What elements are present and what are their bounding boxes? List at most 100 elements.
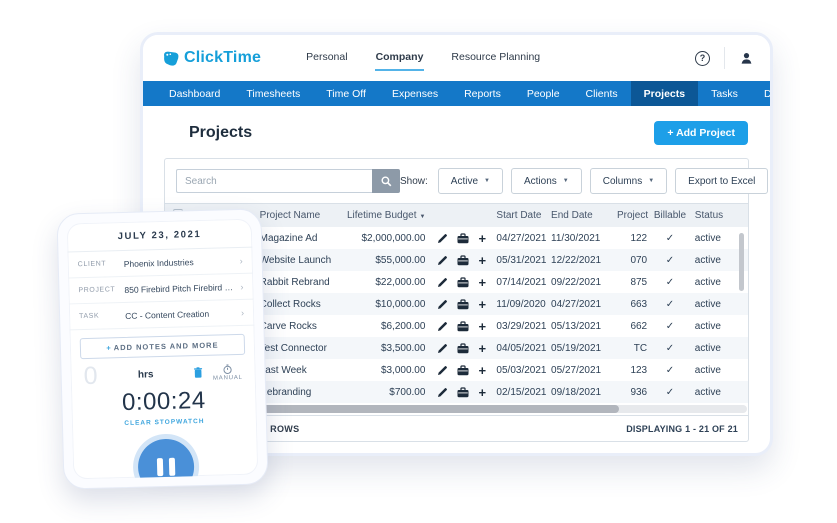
col-header-project-number[interactable]: Project #	[617, 210, 651, 221]
nav-item-expenses[interactable]: Expenses	[379, 81, 451, 106]
search-input[interactable]	[176, 169, 372, 193]
top-nav-item-company[interactable]: Company	[374, 45, 425, 71]
project-name-cell[interactable]: Collect Rocks	[260, 299, 343, 310]
manual-mode-toggle[interactable]: MANUAL	[213, 364, 243, 382]
add-row-icon[interactable]: +	[478, 276, 486, 289]
search-icon	[381, 176, 392, 187]
nav-item-dashboard[interactable]: Dashboard	[156, 81, 233, 106]
edit-pencil-icon[interactable]	[437, 343, 448, 354]
edit-pencil-icon[interactable]	[437, 321, 448, 332]
columns-dropdown[interactable]: Columns ▼	[589, 168, 668, 194]
clicktime-logo-icon	[161, 50, 180, 67]
actions-dropdown[interactable]: Actions ▼	[510, 168, 582, 194]
add-project-button[interactable]: + Add Project	[654, 121, 748, 145]
export-to-excel-button[interactable]: Export to Excel	[675, 168, 769, 194]
start-date-cell: 05/31/2021	[496, 254, 547, 266]
show-label: Show:	[400, 175, 428, 187]
briefcase-icon[interactable]	[457, 342, 469, 354]
col-header-project-name[interactable]: Project Name	[260, 210, 343, 221]
top-nav-item-resource-planning[interactable]: Resource Planning	[450, 45, 541, 71]
add-row-icon[interactable]: +	[478, 386, 486, 399]
project-name-cell[interactable]: Last Week	[260, 365, 343, 376]
clicktime-logo[interactable]: ClickTime	[161, 49, 261, 67]
actions-label: Actions	[523, 175, 557, 187]
topbar-right: ?	[695, 47, 754, 69]
status-cell: active	[694, 298, 721, 310]
add-row-icon[interactable]: +	[478, 254, 486, 267]
add-row-icon[interactable]: +	[478, 298, 486, 311]
lifetime-budget-cell: $10,000.00	[375, 298, 426, 310]
nav-item-tasks[interactable]: Tasks	[698, 81, 751, 106]
nav-item-divisions[interactable]: Divisions	[751, 81, 770, 106]
page-title: Projects	[189, 124, 253, 141]
col-header-billable[interactable]: Billable	[651, 210, 689, 221]
start-date-cell: 03/29/2021	[496, 320, 547, 332]
add-row-icon[interactable]: +	[478, 364, 486, 377]
start-date-cell: 04/27/2021	[496, 232, 547, 244]
edit-pencil-icon[interactable]	[437, 255, 448, 266]
sort-desc-icon: ▼	[419, 214, 426, 220]
billable-check-icon: ✓	[665, 342, 675, 354]
end-date-cell: 05/19/2021	[551, 342, 602, 354]
add-notes-label: ADD NOTES AND MORE	[113, 340, 219, 353]
manual-label: MANUAL	[212, 374, 243, 382]
status-cell: active	[694, 254, 721, 266]
col-header-lifetime-budget[interactable]: Lifetime Budget ▼	[343, 210, 428, 221]
briefcase-icon[interactable]	[457, 276, 469, 288]
nav-item-timesheets[interactable]: Timesheets	[233, 81, 313, 106]
top-nav-item-personal[interactable]: Personal	[305, 45, 348, 71]
edit-pencil-icon[interactable]	[437, 277, 448, 288]
project-name-cell[interactable]: Rebranding	[260, 387, 343, 398]
billable-check-icon: ✓	[665, 386, 675, 398]
lifetime-budget-cell: $3,500.00	[380, 342, 426, 354]
user-account-icon[interactable]	[739, 51, 754, 66]
delete-timer-icon[interactable]	[194, 367, 203, 378]
filter-active-dropdown[interactable]: Active ▼	[437, 168, 503, 194]
add-notes-button[interactable]: + ADD NOTES AND MORE	[79, 333, 246, 360]
status-cell: active	[694, 364, 721, 376]
col-header-status[interactable]: Status	[689, 210, 740, 221]
start-date-cell: 05/03/2021	[496, 364, 547, 376]
end-date-cell: 09/22/2021	[551, 276, 602, 288]
topbar-divider	[724, 47, 725, 69]
nav-item-people[interactable]: People	[514, 81, 573, 106]
add-row-icon[interactable]: +	[478, 342, 486, 355]
edit-pencil-icon[interactable]	[437, 299, 448, 310]
briefcase-icon[interactable]	[457, 320, 469, 332]
nav-item-reports[interactable]: Reports	[451, 81, 514, 106]
edit-pencil-icon[interactable]	[437, 365, 448, 376]
briefcase-icon[interactable]	[457, 298, 469, 310]
edit-pencil-icon[interactable]	[437, 387, 448, 398]
briefcase-icon[interactable]	[457, 254, 469, 266]
main-nav: Dashboard Timesheets Time Off Expenses Repor…	[143, 81, 770, 106]
end-date-cell: 12/22/2021	[551, 254, 602, 266]
briefcase-icon[interactable]	[457, 232, 469, 244]
edit-pencil-icon[interactable]	[437, 233, 448, 244]
col-header-end-date[interactable]: End Date	[551, 210, 617, 221]
pause-button[interactable]	[131, 433, 200, 480]
nav-item-projects[interactable]: Projects	[630, 81, 699, 106]
col-header-start-date[interactable]: Start Date	[486, 210, 551, 221]
project-name-cell[interactable]: Test Connector	[260, 343, 343, 354]
project-name-cell[interactable]: Carve Rocks	[260, 321, 343, 332]
search-button[interactable]	[372, 169, 400, 193]
project-name-cell[interactable]: Website Launch	[260, 255, 343, 266]
briefcase-icon[interactable]	[457, 364, 469, 376]
phone-task-row[interactable]: TASK CC - Content Creation ›	[68, 299, 255, 331]
briefcase-icon[interactable]	[457, 386, 469, 398]
vertical-scrollbar[interactable]	[739, 233, 744, 291]
caret-down-icon: ▼	[648, 178, 655, 184]
help-icon[interactable]: ?	[695, 50, 710, 66]
hours-zero-value: 0	[83, 361, 98, 391]
add-row-icon[interactable]: +	[478, 232, 486, 245]
project-number-cell: 070	[630, 254, 648, 266]
top-bar: ClickTime Personal Company Resource Planni…	[143, 35, 770, 81]
nav-item-time-off[interactable]: Time Off	[313, 81, 379, 106]
status-cell: active	[694, 342, 721, 354]
add-row-icon[interactable]: +	[478, 320, 486, 333]
project-name-cell[interactable]: Rabbit Rebrand	[260, 277, 343, 288]
billable-check-icon: ✓	[665, 276, 675, 288]
nav-item-clients[interactable]: Clients	[573, 81, 631, 106]
clear-stopwatch-link[interactable]: CLEAR STOPWATCH	[72, 417, 257, 429]
project-name-cell[interactable]: Magazine Ad	[260, 233, 343, 244]
